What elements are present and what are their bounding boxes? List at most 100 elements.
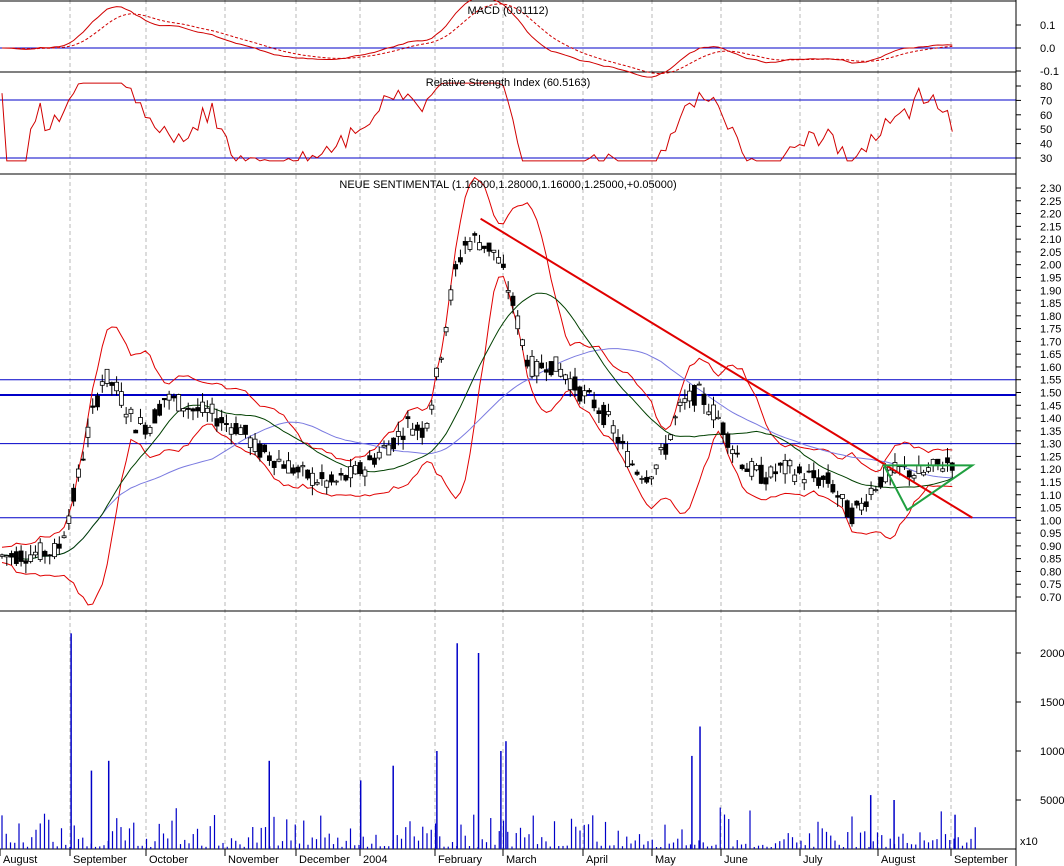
y-tick-label: 0.80 xyxy=(1040,566,1061,578)
candle-body xyxy=(281,464,287,469)
candle-body xyxy=(844,500,850,518)
candle-body xyxy=(238,427,244,435)
candle-body xyxy=(295,466,301,473)
candle-body xyxy=(734,452,740,455)
candle-body xyxy=(687,390,693,402)
candle-body xyxy=(496,257,502,264)
volume-multiplier: x10 xyxy=(1020,836,1038,848)
candle-body xyxy=(42,550,48,557)
candle-body xyxy=(481,245,487,249)
candle-body xyxy=(214,418,220,427)
y-tick-label: 1.85 xyxy=(1040,298,1061,310)
candle-body xyxy=(271,460,277,468)
candle-body xyxy=(854,500,860,506)
candle-body xyxy=(462,241,468,246)
candle-body xyxy=(820,475,826,480)
candle-body xyxy=(921,471,927,476)
y-tick-label: 10000 xyxy=(1040,746,1064,758)
right-axis: 0.10.0-0.18070605040302.302.252.202.152.… xyxy=(1015,0,1064,866)
price-panel: NEUE SENTIMENTAL (1.16000,1.28000,1.1600… xyxy=(0,176,1016,612)
candle-body xyxy=(639,478,645,480)
candle-body xyxy=(18,550,24,562)
y-tick-label: 15000 xyxy=(1040,697,1064,709)
candle-body xyxy=(309,472,315,486)
candle-body xyxy=(367,455,373,461)
candle-body xyxy=(166,393,172,401)
candle-body xyxy=(195,407,201,412)
candle-body xyxy=(395,431,401,437)
stock-chart: MACD (0.01112) Relative Strength Index (… xyxy=(0,0,1064,866)
x-tick-label: September xyxy=(73,854,127,866)
rsi-panel: Relative Strength Index (60.5163) xyxy=(0,77,1016,175)
candle-body xyxy=(123,413,129,418)
y-tick-label: 80 xyxy=(1040,81,1052,93)
candle-body xyxy=(591,399,597,409)
candle-body xyxy=(152,409,158,424)
candle-body xyxy=(653,464,659,470)
candle-body xyxy=(114,381,120,392)
candle-body xyxy=(276,458,282,462)
candle-body xyxy=(539,362,544,369)
x-tick-label: August xyxy=(3,854,37,866)
candle-body xyxy=(329,474,334,483)
candle-body xyxy=(596,410,602,414)
y-tick-label: 1.20 xyxy=(1040,464,1061,476)
candle-body xyxy=(940,468,946,472)
candle-body xyxy=(181,408,186,412)
bollinger-upper xyxy=(1,176,953,548)
candle-body xyxy=(443,327,449,333)
candle-body xyxy=(200,401,205,413)
candle-body xyxy=(692,384,697,406)
candle-body xyxy=(410,428,416,436)
y-tick-label: -0.1 xyxy=(1040,66,1059,78)
candle-body xyxy=(634,471,640,475)
candle-body xyxy=(873,489,879,492)
candle-body xyxy=(109,382,115,386)
candle-body xyxy=(906,470,912,478)
candle-body xyxy=(185,407,191,410)
y-tick-label: 1.00 xyxy=(1040,515,1061,527)
candle-body xyxy=(811,470,817,479)
candle-body xyxy=(863,501,869,508)
candle-body xyxy=(157,403,162,416)
candle-body xyxy=(458,257,463,263)
y-tick-label: 0.1 xyxy=(1040,20,1055,32)
candle-body xyxy=(572,376,578,391)
y-tick-label: 0.85 xyxy=(1040,554,1061,566)
candle-body xyxy=(787,460,793,467)
volume-panel xyxy=(0,633,1016,850)
y-tick-label: 1.30 xyxy=(1040,439,1061,451)
candle-body xyxy=(916,464,922,474)
candle-body xyxy=(204,407,210,413)
candle-body xyxy=(777,462,783,466)
candle-body xyxy=(797,466,802,474)
y-axis-ticks: 0.10.0-0.18070605040302.302.252.202.152.… xyxy=(1016,20,1064,807)
x-tick-label: December xyxy=(299,854,350,866)
candle-body xyxy=(825,472,831,484)
candle-body xyxy=(625,451,630,468)
candle-body xyxy=(768,466,774,478)
candle-body xyxy=(945,457,950,464)
candle-body xyxy=(128,408,134,414)
candle-body xyxy=(28,554,34,562)
candle-body xyxy=(672,416,678,419)
y-tick-label: 60 xyxy=(1040,110,1052,122)
candle-body xyxy=(4,555,10,558)
candle-body xyxy=(510,295,516,306)
candle-body xyxy=(161,398,167,401)
candle-body xyxy=(558,368,564,377)
y-tick-label: 2.15 xyxy=(1040,221,1061,233)
candle-body xyxy=(868,487,874,495)
candle-body xyxy=(859,502,864,511)
y-tick-label: 30 xyxy=(1040,153,1052,165)
y-tick-label: 2.25 xyxy=(1040,196,1061,208)
candle-body xyxy=(400,435,406,440)
y-tick-label: 1.05 xyxy=(1040,503,1061,515)
candle-body xyxy=(706,411,712,415)
candle-body xyxy=(118,391,124,406)
candle-body xyxy=(663,443,669,455)
y-tick-label: 1.10 xyxy=(1040,490,1061,502)
candle-body xyxy=(782,459,788,475)
candle-body xyxy=(386,444,392,456)
x-tick-label: February xyxy=(438,854,483,866)
